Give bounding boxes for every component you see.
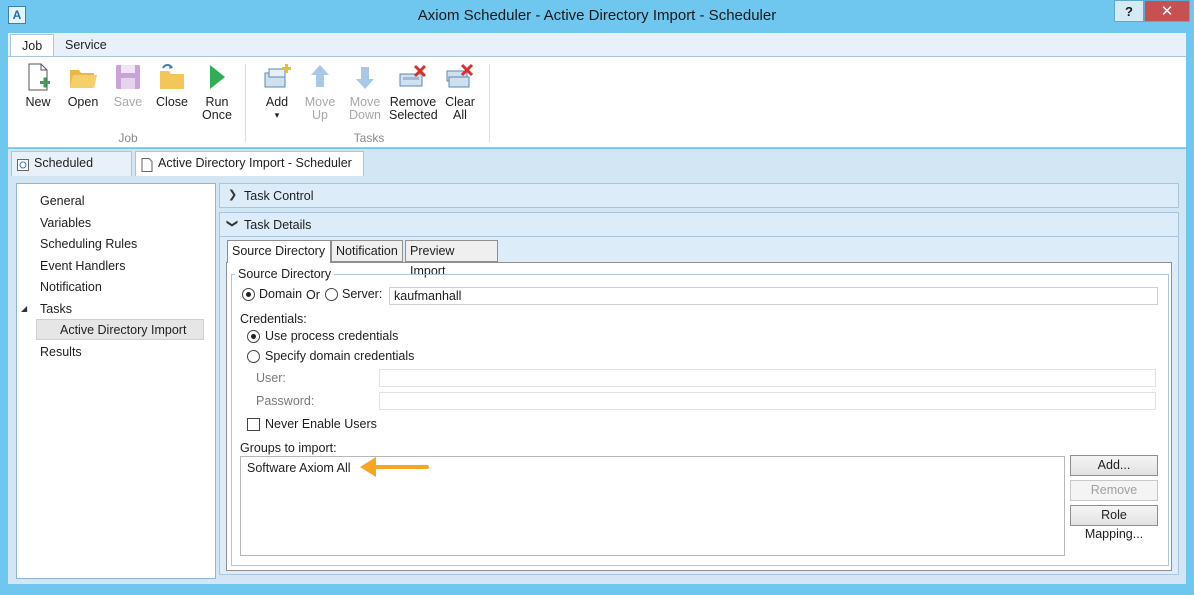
tab-scheduled-jobs[interactable]: Scheduled Jobs [11, 151, 132, 193]
never-enable-users-label: Never Enable Users [265, 417, 377, 431]
use-process-credentials-label: Use process credentials [265, 329, 399, 343]
nav-item-event-handlers[interactable]: Event Handlers [40, 259, 125, 273]
nav-item-variables[interactable]: Variables [40, 216, 91, 230]
save-button[interactable]: Save [112, 62, 144, 109]
folder-open-icon [68, 62, 98, 92]
folder-close-icon [157, 62, 187, 92]
close-window-button[interactable]: ✕ [1144, 0, 1190, 22]
ribbon-group-tasks-label: Tasks [353, 131, 385, 145]
close-button-label: Close [156, 95, 188, 109]
groups-to-import-label: Groups to import: [240, 441, 337, 455]
move-up-label-line2: Up [312, 108, 328, 122]
credentials-label: Credentials: [240, 312, 307, 326]
run-once-button[interactable]: Run Once [200, 62, 234, 122]
move-down-label-line2: Down [349, 108, 381, 122]
save-button-label: Save [113, 95, 143, 109]
scheduled-jobs-icon [17, 157, 29, 171]
move-up-button[interactable]: Move Up [302, 62, 338, 122]
remove-group-button[interactable]: Remove [1070, 480, 1158, 501]
new-button-label: New [25, 95, 51, 109]
nav-item-notification[interactable]: Notification [40, 280, 102, 294]
ribbon-group-divider [245, 64, 246, 142]
tab-active-directory-import[interactable]: Active Directory Import - Scheduler [135, 151, 364, 178]
run-once-label-line2: Once [202, 108, 232, 122]
clear-all-button[interactable]: Clear All [443, 62, 477, 122]
user-label: User: [256, 371, 286, 385]
tab-notification[interactable]: Notification [331, 240, 403, 262]
server-radio[interactable] [325, 288, 338, 301]
clear-all-label-line2: All [453, 108, 467, 122]
save-disk-icon [113, 62, 143, 92]
add-group-button[interactable]: Add... [1070, 455, 1158, 476]
domain-label: Domain [259, 287, 303, 301]
chevron-down-icon: ❯ [226, 218, 239, 229]
window-title: Axiom Scheduler - Active Directory Impor… [417, 7, 777, 24]
tab-preview-import[interactable]: Preview Import [405, 240, 498, 278]
play-icon [202, 62, 232, 92]
new-document-icon [23, 62, 53, 92]
password-input[interactable] [379, 392, 1156, 410]
remove-selected-label-line2: Selected [389, 108, 438, 122]
password-label: Password: [256, 394, 315, 408]
use-process-credentials-radio[interactable] [247, 330, 260, 343]
nav-item-active-directory-import[interactable]: Active Directory Import [60, 323, 186, 337]
new-button[interactable]: New [22, 62, 54, 109]
specify-domain-credentials-radio[interactable] [247, 350, 260, 363]
chevron-right-icon: ❯ [228, 189, 238, 201]
user-input[interactable] [379, 369, 1156, 387]
add-task-button[interactable]: Add ▾ [258, 62, 296, 122]
open-button[interactable]: Open [64, 62, 102, 109]
source-directory-title: Source Directory [235, 267, 335, 281]
open-button-label: Open [67, 95, 99, 109]
nav-item-scheduling-rules[interactable]: Scheduling Rules [40, 237, 137, 251]
ribbon-tab-strip [8, 33, 1186, 57]
or-label: Or [306, 288, 320, 302]
move-down-button[interactable]: Move Down [347, 62, 383, 122]
remove-selected-icon [398, 62, 428, 92]
arrow-down-icon [350, 62, 380, 92]
never-enable-users-checkbox[interactable] [247, 418, 260, 431]
ribbon-group-divider [489, 64, 490, 142]
tree-expander-icon[interactable]: ◢ [21, 304, 27, 313]
chevron-down-icon: ▾ [274, 110, 280, 120]
ribbon-tab-service[interactable]: Service [54, 34, 118, 57]
specify-domain-credentials-label: Specify domain credentials [265, 349, 415, 363]
task-details-label: Task Details [244, 218, 312, 232]
tab-active-directory-import-label: Active Directory Import - Scheduler [158, 156, 352, 170]
server-input[interactable]: kaufmanhall [389, 287, 1158, 305]
nav-item-general[interactable]: General [40, 194, 84, 208]
domain-radio[interactable] [242, 288, 255, 301]
task-control-label: Task Control [244, 189, 314, 203]
add-task-icon [262, 62, 292, 92]
document-icon [141, 157, 153, 172]
ribbon-tab-job[interactable]: Job [10, 34, 55, 57]
list-item[interactable]: Software Axiom All [247, 461, 351, 475]
arrow-up-icon [305, 62, 335, 92]
task-details-header[interactable]: ❯ Task Details [219, 212, 1179, 237]
remove-selected-button[interactable]: Remove Selected [389, 62, 438, 122]
annotation-arrow-icon [357, 455, 429, 479]
tab-source-directory[interactable]: Source Directory [227, 240, 331, 263]
add-task-label: Add [265, 95, 289, 109]
role-mapping-button[interactable]: Role Mapping... [1070, 505, 1158, 541]
clear-all-icon [445, 62, 475, 92]
help-button[interactable]: ? [1114, 0, 1144, 22]
nav-item-results[interactable]: Results [40, 345, 82, 359]
ribbon-group-job-label: Job [118, 131, 138, 145]
close-button[interactable]: Close [154, 62, 190, 109]
server-label: Server: [342, 287, 383, 301]
nav-item-tasks[interactable]: Tasks [40, 302, 72, 316]
task-control-header[interactable]: ❯ Task Control [219, 183, 1179, 208]
